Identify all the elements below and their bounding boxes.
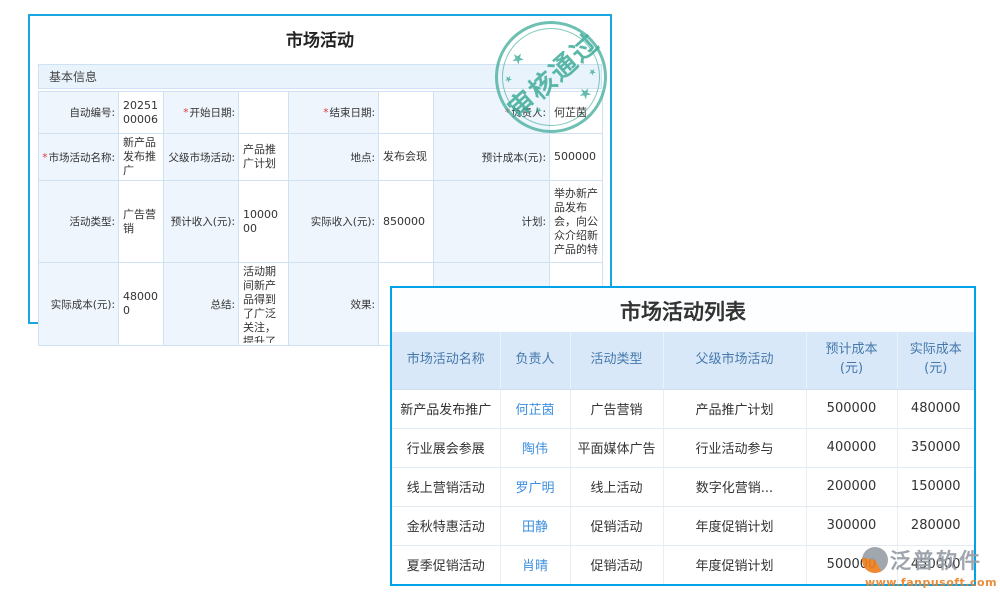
header-parent-activity: 父级市场活动 <box>663 332 806 389</box>
activity-type-cell: 线上活动 <box>570 467 663 506</box>
list-panel-title: 市场活动列表 <box>392 288 974 332</box>
activity-name-cell: 新产品发布推广 <box>392 389 500 428</box>
vendor-brand-text: 泛普软件 <box>890 545 982 575</box>
required-mark: * <box>42 152 47 164</box>
header-actual-cost: 实际成本(元) <box>897 332 974 389</box>
end-date-label: *结束日期: <box>289 92 379 134</box>
actual-cost-cell: 280000 <box>897 506 974 545</box>
auto-number-value[interactable]: 2025100006 <box>119 92 164 134</box>
effect-label: 效果: <box>289 263 379 346</box>
owner-link[interactable]: 罗广明 <box>515 481 554 496</box>
estimated-cost-label: 预计成本(元): <box>434 134 550 181</box>
owner-link[interactable]: 肖晴 <box>522 559 548 574</box>
parent-activity-cell: 数字化营销... <box>663 467 806 506</box>
activity-name-cell: 夏季促销活动 <box>392 545 500 584</box>
end-date-value[interactable] <box>379 92 434 134</box>
activity-type-cell: 促销活动 <box>570 545 663 584</box>
parent-activity-cell: 年度促销计划 <box>663 506 806 545</box>
activity-type-label: 活动类型: <box>39 181 119 263</box>
header-activity-type: 活动类型 <box>570 332 663 389</box>
estimated-cost-cell: 200000 <box>806 467 897 506</box>
owner-cell: 罗广明 <box>500 467 570 506</box>
activity-name-cell: 金秋特惠活动 <box>392 506 500 545</box>
actual-cost-cell: 350000 <box>897 428 974 467</box>
summary-label: 总结: <box>164 263 239 346</box>
owner-cell: 肖晴 <box>500 545 570 584</box>
plan-label: 计划: <box>434 181 550 263</box>
activity-type-cell: 广告营销 <box>570 389 663 428</box>
owner-cell: 何芷茵 <box>500 389 570 428</box>
parent-activity-cell: 行业活动参与 <box>663 428 806 467</box>
parent-activity-value[interactable]: 产品推广计划 <box>239 134 289 181</box>
actual-income-label: 实际收入(元): <box>289 181 379 263</box>
market-activity-list-panel: 市场活动列表 市场活动名称 负责人 活动类型 父级市场活动 预计成本(元) 实际… <box>390 286 976 586</box>
expected-income-value[interactable]: 1000000 <box>239 181 289 263</box>
required-mark: * <box>323 107 328 119</box>
header-estimated-cost: 预计成本(元) <box>806 332 897 389</box>
activity-type-cell: 促销活动 <box>570 506 663 545</box>
location-label: 地点: <box>289 134 379 181</box>
owner-cell: 田静 <box>500 506 570 545</box>
vendor-swirl-icon <box>862 547 888 573</box>
start-date-value[interactable] <box>239 92 289 134</box>
activity-name-cell: 线上营销活动 <box>392 467 500 506</box>
activity-name-label: *市场活动名称: <box>39 134 119 181</box>
owner-link[interactable]: 何芷茵 <box>515 403 554 418</box>
activity-name-cell: 行业展会参展 <box>392 428 500 467</box>
estimated-cost-cell: 500000 <box>806 389 897 428</box>
activity-type-value[interactable]: 广告营销 <box>119 181 164 263</box>
header-activity-name: 市场活动名称 <box>392 332 500 389</box>
activity-type-cell: 平面媒体广告 <box>570 428 663 467</box>
actual-cost-cell: 150000 <box>897 467 974 506</box>
actual-income-value[interactable]: 850000 <box>379 181 434 263</box>
screen: 市场活动 基本信息 自动编号: 2025100006 *开始日期: *结束日期:… <box>0 0 1000 600</box>
vendor-watermark: 泛普软件 www.fanpusoft.com <box>862 545 1000 589</box>
actual-cost-cell: 480000 <box>897 389 974 428</box>
form-row: 活动类型: 广告营销 预计收入(元): 1000000 实际收入(元): 850… <box>39 181 603 263</box>
actual-cost-value[interactable]: 480000 <box>119 263 164 346</box>
parent-activity-cell: 产品推广计划 <box>663 389 806 428</box>
estimated-cost-cell: 400000 <box>806 428 897 467</box>
owner-link[interactable]: 陶伟 <box>522 442 548 457</box>
table-row[interactable]: 线上营销活动 罗广明 线上活动 数字化营销... 200000 150000 <box>392 467 974 506</box>
actual-cost-label: 实际成本(元): <box>39 263 119 346</box>
plan-value[interactable]: 举办新产品发布会，向公众介绍新产品的特 <box>550 181 603 263</box>
expected-income-label: 预计收入(元): <box>164 181 239 263</box>
table-row[interactable]: 金秋特惠活动 田静 促销活动 年度促销计划 300000 280000 <box>392 506 974 545</box>
auto-number-label: 自动编号: <box>39 92 119 134</box>
form-row: *市场活动名称: 新产品发布推广 父级市场活动: 产品推广计划 地点: 发布会现… <box>39 134 603 181</box>
required-mark: * <box>183 107 188 119</box>
owner-link[interactable]: 田静 <box>522 520 548 535</box>
table-header-row: 市场活动名称 负责人 活动类型 父级市场活动 预计成本(元) 实际成本(元) <box>392 332 974 389</box>
vendor-url-text: www.fanpusoft.com <box>862 576 1000 589</box>
parent-activity-cell: 年度促销计划 <box>663 545 806 584</box>
table-row[interactable]: 行业展会参展 陶伟 平面媒体广告 行业活动参与 400000 350000 <box>392 428 974 467</box>
location-value[interactable]: 发布会现 <box>379 134 434 181</box>
table-row[interactable]: 新产品发布推广 何芷茵 广告营销 产品推广计划 500000 480000 <box>392 389 974 428</box>
parent-activity-label: 父级市场活动: <box>164 134 239 181</box>
estimated-cost-cell: 300000 <box>806 506 897 545</box>
summary-value[interactable]: 活动期间新产品得到了广泛关注，提升了品牌 <box>239 263 289 346</box>
header-owner: 负责人 <box>500 332 570 389</box>
estimated-cost-value[interactable]: 500000 <box>550 134 603 181</box>
activity-name-value[interactable]: 新产品发布推广 <box>119 134 164 181</box>
start-date-label: *开始日期: <box>164 92 239 134</box>
owner-cell: 陶伟 <box>500 428 570 467</box>
